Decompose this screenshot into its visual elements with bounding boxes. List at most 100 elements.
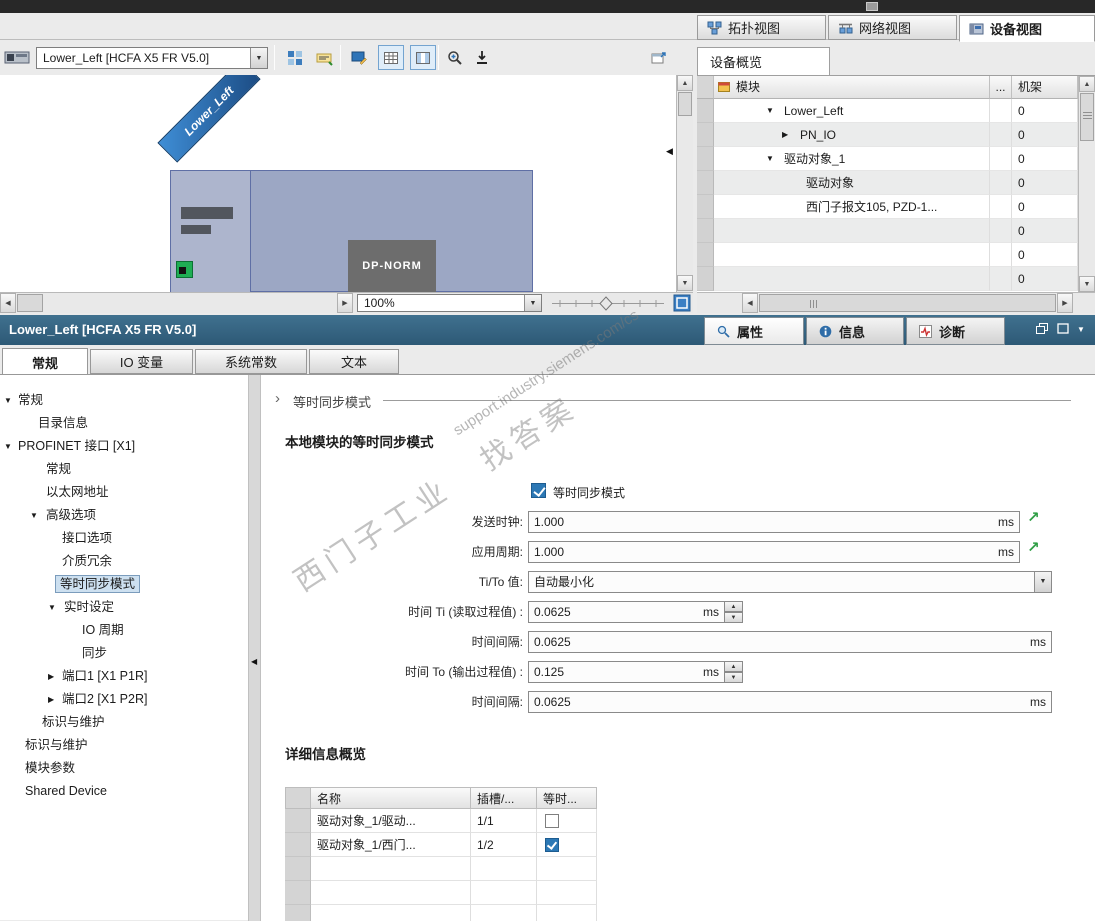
chevron-down-icon[interactable]: ▼ bbox=[250, 48, 267, 68]
tab-device-view[interactable]: 设备视图 bbox=[959, 15, 1095, 42]
expander-down-icon[interactable]: ▼ bbox=[48, 596, 56, 619]
tab-general[interactable]: 常规 bbox=[2, 348, 88, 375]
table-row[interactable]: ▼ Lower_Left 0 bbox=[697, 99, 1078, 123]
nav-item-port1[interactable]: ▶ 端口1 [X1 P1R] bbox=[0, 665, 248, 688]
nav-item-interface-options[interactable]: 接口选项 bbox=[0, 527, 248, 550]
tab-texts[interactable]: 文本 bbox=[309, 349, 399, 374]
tito-mode-select[interactable]: 自动最小化 ▼ bbox=[528, 571, 1052, 593]
float-panel-icon[interactable] bbox=[646, 45, 672, 70]
collapse-panel-icon[interactable]: ▼ bbox=[1077, 325, 1085, 334]
detail-col-name[interactable]: 名称 bbox=[311, 787, 471, 809]
table-row[interactable]: ▼ 驱动对象_1 0 bbox=[697, 147, 1078, 171]
nav-item-catalog-info[interactable]: 目录信息 bbox=[0, 412, 248, 435]
detail-col-isochronous[interactable]: 等时... bbox=[537, 787, 597, 809]
chevron-down-icon[interactable]: ▼ bbox=[524, 295, 541, 311]
expander-right-icon[interactable]: ▶ bbox=[782, 123, 788, 146]
isochronous-mode-checkbox[interactable] bbox=[531, 483, 546, 498]
table-row[interactable]: 0 bbox=[697, 219, 1078, 243]
tab-device-overview[interactable]: 设备概览 bbox=[697, 47, 830, 75]
scroll-up-icon[interactable]: ▲ bbox=[1079, 76, 1095, 92]
expander-down-icon[interactable]: ▼ bbox=[766, 99, 774, 122]
to-interval-input[interactable]: 0.0625 ms bbox=[528, 691, 1052, 713]
nav-item-shared-device[interactable]: Shared Device bbox=[0, 780, 248, 803]
tab-network-view[interactable]: 网络视图 bbox=[828, 15, 957, 40]
nav-item-port2[interactable]: ▶ 端口2 [X1 P2R] bbox=[0, 688, 248, 711]
nav-item-sync[interactable]: 同步 bbox=[0, 642, 248, 665]
time-ti-input[interactable]: 0.0625 ms bbox=[528, 601, 725, 623]
nav-item-ident-maintenance[interactable]: 标识与维护 bbox=[0, 711, 248, 734]
table-row[interactable]: 驱动对象 0 bbox=[697, 171, 1078, 195]
nav-item-module-parameters[interactable]: 模块参数 bbox=[0, 757, 248, 780]
time-ti-stepper[interactable]: ▲ ▼ bbox=[724, 601, 743, 623]
spin-up-icon[interactable]: ▲ bbox=[724, 661, 743, 672]
overview-col-dots[interactable]: ... bbox=[990, 76, 1012, 99]
fit-to-window-icon[interactable] bbox=[673, 294, 691, 312]
ti-interval-input[interactable]: 0.0625 ms bbox=[528, 631, 1052, 653]
maximize-panel-icon[interactable] bbox=[1057, 323, 1069, 334]
grid-view-button[interactable] bbox=[378, 45, 404, 70]
nav-item-advanced-options[interactable]: ▼ 高级选项 bbox=[0, 504, 248, 527]
overview-col-module[interactable]: 模块 bbox=[714, 76, 990, 99]
scroll-left-icon[interactable]: ◀ bbox=[742, 293, 758, 313]
expander-down-icon[interactable]: ▼ bbox=[30, 504, 38, 527]
zoom-search-button[interactable] bbox=[443, 45, 469, 70]
scroll-down-icon[interactable]: ▼ bbox=[1079, 276, 1095, 292]
nav-item-io-cycle[interactable]: IO 周期 bbox=[0, 619, 248, 642]
expander-right-icon[interactable]: ▶ bbox=[48, 665, 54, 688]
time-to-stepper[interactable]: ▲ ▼ bbox=[724, 661, 743, 683]
table-row[interactable]: ▶ PN_IO 0 bbox=[697, 123, 1078, 147]
scroll-left-icon[interactable]: ◀ bbox=[0, 293, 16, 313]
nav-item-general-2[interactable]: 常规 bbox=[0, 458, 248, 481]
nav-item-realtime-settings[interactable]: ▼ 实时设定 bbox=[0, 596, 248, 619]
collapse-pane-handle[interactable]: ◀ bbox=[666, 146, 673, 157]
time-to-input[interactable]: 0.125 ms bbox=[528, 661, 725, 683]
scroll-right-icon[interactable]: ▶ bbox=[337, 293, 353, 313]
nav-item-profinet-interface[interactable]: ▼ PROFINET 接口 [X1] bbox=[0, 435, 248, 458]
collapse-nav-handle[interactable]: ◀ bbox=[251, 657, 257, 666]
show-labels-button[interactable] bbox=[312, 45, 338, 70]
tab-system-constants[interactable]: 系统常数 bbox=[195, 349, 307, 374]
edit-device-button[interactable] bbox=[346, 45, 372, 70]
expander-down-icon[interactable]: ▼ bbox=[4, 389, 12, 412]
columns-view-button[interactable] bbox=[410, 45, 436, 70]
hscroll-thumb[interactable] bbox=[17, 294, 43, 312]
table-row[interactable]: 0 bbox=[697, 267, 1078, 291]
nav-item-isochronous-mode[interactable]: 等时同步模式 bbox=[0, 573, 248, 596]
spin-up-icon[interactable]: ▲ bbox=[724, 601, 743, 612]
detail-col-slot[interactable]: 插槽/... bbox=[471, 787, 537, 809]
tab-diagnostics[interactable]: 诊断 bbox=[906, 317, 1005, 345]
canvas-vscrollbar[interactable]: ▲ ▼ bbox=[676, 75, 693, 292]
isochronous-row-checkbox[interactable] bbox=[545, 814, 559, 828]
table-row[interactable]: 西门子报文105, PZD-1... 0 bbox=[697, 195, 1078, 219]
cascade-windows-icon[interactable] bbox=[1036, 323, 1048, 334]
expander-down-icon[interactable]: ▼ bbox=[766, 147, 774, 170]
link-arrow-icon[interactable]: ↗ bbox=[1027, 538, 1040, 556]
port-interconnect-button[interactable] bbox=[282, 45, 308, 70]
chevron-down-icon[interactable]: ▼ bbox=[1034, 572, 1051, 592]
vscroll-thumb[interactable] bbox=[1080, 93, 1094, 141]
zoom-select[interactable]: 100% ▼ bbox=[357, 294, 542, 312]
nav-item-ident-maintenance-2[interactable]: 标识与维护 bbox=[0, 734, 248, 757]
application-cycle-input[interactable]: 1.000 ms bbox=[528, 541, 1020, 563]
nav-item-media-redundancy[interactable]: 介质冗余 bbox=[0, 550, 248, 573]
device-selector[interactable]: Lower_Left [HCFA X5 FR V5.0] ▼ bbox=[36, 47, 268, 69]
window-small-icon[interactable] bbox=[866, 2, 878, 11]
scroll-right-icon[interactable]: ▶ bbox=[1057, 293, 1073, 313]
overview-vscrollbar[interactable]: ▲ ▼ bbox=[1078, 76, 1095, 292]
scroll-down-icon[interactable]: ▼ bbox=[677, 275, 693, 291]
zoom-slider[interactable] bbox=[552, 293, 664, 314]
tab-info[interactable]: 信息 bbox=[806, 317, 904, 345]
expander-down-icon[interactable]: ▼ bbox=[4, 435, 12, 458]
device-canvas[interactable]: Lower_Left DP-NORM bbox=[0, 75, 676, 292]
send-clock-input[interactable]: 1.000 ms bbox=[528, 511, 1020, 533]
isochronous-row-checkbox[interactable] bbox=[545, 838, 559, 852]
tab-topology-view[interactable]: 拓扑视图 bbox=[697, 15, 826, 40]
spin-down-icon[interactable]: ▼ bbox=[724, 612, 743, 623]
scroll-up-icon[interactable]: ▲ bbox=[677, 75, 693, 91]
overview-col-rack[interactable]: 机架 bbox=[1012, 76, 1078, 99]
hscroll-thumb[interactable] bbox=[759, 294, 1056, 312]
vscroll-thumb[interactable] bbox=[678, 92, 692, 116]
spin-down-icon[interactable]: ▼ bbox=[724, 672, 743, 683]
tab-io-tags[interactable]: IO 变量 bbox=[90, 349, 193, 374]
link-arrow-icon[interactable]: ↗ bbox=[1027, 508, 1040, 526]
